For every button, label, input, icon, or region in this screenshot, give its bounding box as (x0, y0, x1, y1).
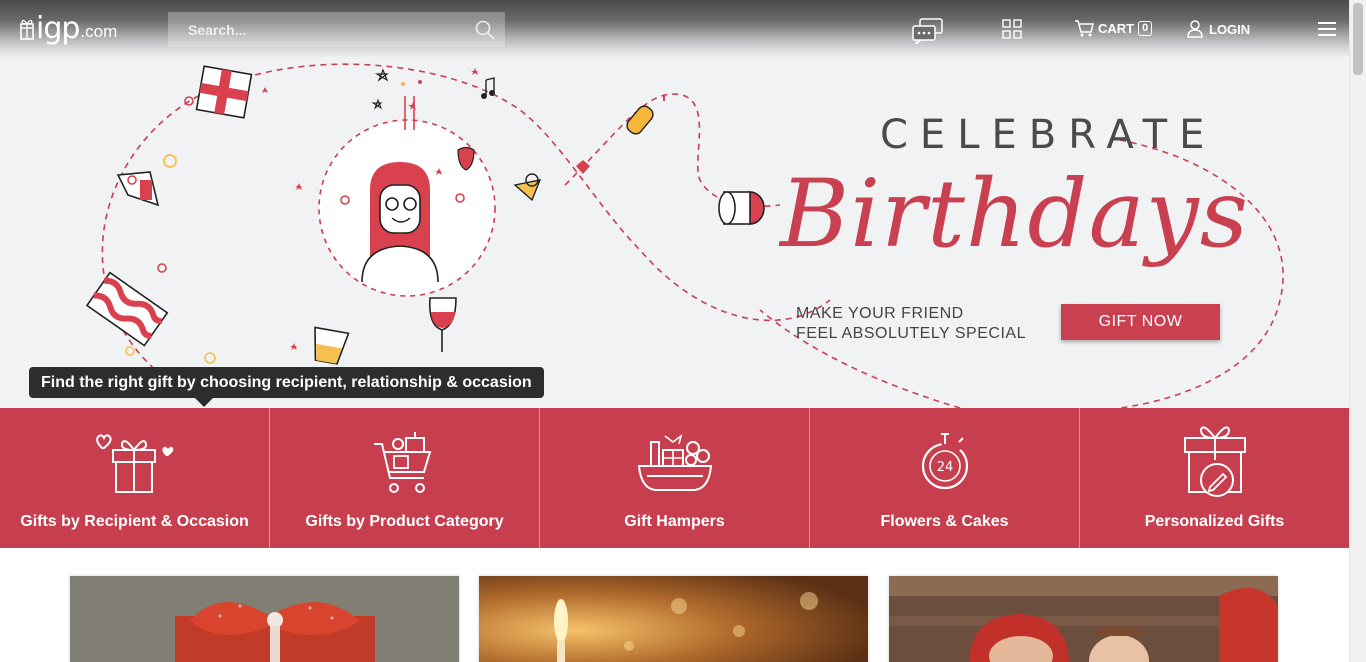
category-label: Gift Hampers (624, 513, 725, 530)
tooltip-text: Find the right gift by choosing recipien… (41, 373, 532, 391)
hamburger-menu-icon (1318, 22, 1336, 36)
category-label: Flowers & Cakes (880, 513, 1009, 530)
category-label: Gifts by Product Category (305, 513, 504, 530)
grid-icon (1002, 19, 1022, 39)
card-image-candle (479, 576, 868, 662)
cart-button[interactable]: CART 0 (1074, 20, 1153, 37)
logo-suffix: .com (80, 22, 118, 41)
product-card-gift-ribbon[interactable] (70, 576, 459, 662)
search-input[interactable] (168, 21, 458, 38)
login-label: LOGIN (1209, 21, 1251, 37)
category-tooltip: Find the right gift by choosing recipien… (29, 367, 544, 407)
chat-icon (912, 18, 943, 44)
search-bar (168, 12, 505, 47)
banner-celebrate-text: CELEBRATE (880, 112, 1217, 158)
logo-text: igp (36, 11, 80, 46)
login-button[interactable]: LOGIN (1187, 20, 1250, 38)
chat-button[interactable] (912, 18, 944, 44)
cart-label: CART (1098, 21, 1135, 36)
category-hampers[interactable]: Gift Hampers (540, 408, 810, 548)
apps-grid-button[interactable] (1002, 19, 1022, 39)
banner-tagline: MAKE YOUR FRIEND FEEL ABSOLUTELY SPECIAL (796, 304, 1026, 344)
category-strip: Gifts by Recipient & Occasion Gifts by P… (0, 408, 1349, 548)
cart-icon (1075, 20, 1094, 37)
page-scrollbar[interactable] (1349, 0, 1366, 662)
category-flowers-cakes[interactable]: 24 Flowers & Cakes (810, 408, 1080, 548)
category-label: Gifts by Recipient & Occasion (20, 513, 249, 530)
menu-button[interactable] (1317, 21, 1337, 37)
logo-gift-icon (20, 19, 34, 40)
category-recipient-occasion[interactable]: Gifts by Recipient & Occasion (0, 408, 270, 548)
24-hour-delivery-icon: 24 (915, 430, 975, 501)
scrollbar-thumb[interactable] (1353, 3, 1363, 75)
gift-now-button[interactable]: GIFT NOW (1061, 304, 1220, 340)
card-image-red-gift (70, 576, 459, 662)
gift-pencil-icon (1179, 420, 1251, 505)
tagline-line-2: FEEL ABSOLUTELY SPECIAL (796, 325, 1026, 342)
page: CELEBRATE Birthdays MAKE YOUR FRIEND FEE… (0, 0, 1366, 662)
product-card-couple[interactable] (889, 576, 1278, 662)
svg-text:24: 24 (936, 460, 953, 475)
cart-count-badge: 0 (1138, 21, 1153, 36)
tagline-line-1: MAKE YOUR FRIEND (796, 305, 964, 322)
user-icon (1187, 20, 1203, 38)
card-image-couple (889, 576, 1278, 662)
gift-box-hearts-icon (90, 430, 180, 501)
shopping-cart-gifts-icon (370, 430, 440, 501)
category-personalized[interactable]: Personalized Gifts (1080, 408, 1349, 548)
product-card-candle[interactable] (479, 576, 868, 662)
site-header: igp .com Search... CART 0 LOGIN (0, 0, 1349, 58)
igp-logo[interactable]: igp .com (20, 12, 117, 44)
hamper-basket-icon (633, 430, 717, 501)
search-icon[interactable] (475, 20, 495, 45)
category-label: Personalized Gifts (1144, 513, 1285, 530)
tooltip-arrow (195, 398, 213, 407)
banner-headline: Birthdays (780, 160, 1249, 269)
category-product[interactable]: Gifts by Product Category (270, 408, 540, 548)
hero-banner[interactable]: CELEBRATE Birthdays MAKE YOUR FRIEND FEE… (0, 0, 1349, 408)
